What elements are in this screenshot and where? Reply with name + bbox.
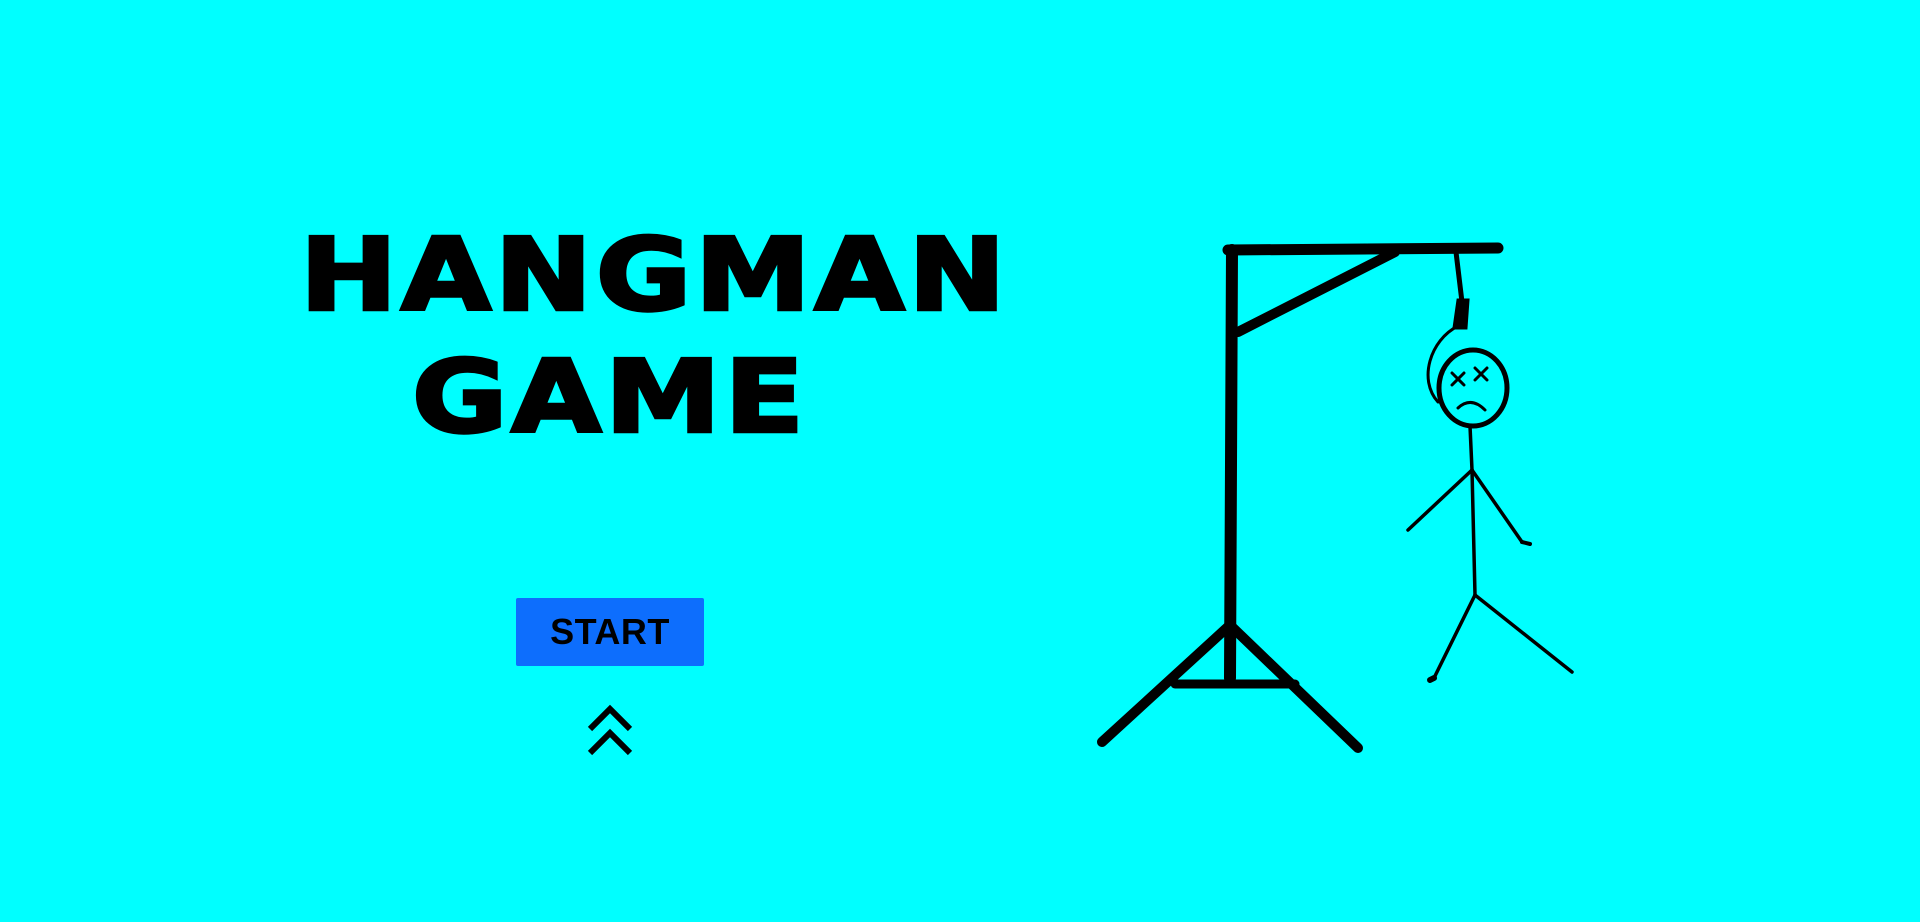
hangman-body — [1406, 424, 1574, 683]
hangman-head — [1436, 347, 1510, 429]
gallows — [1097, 242, 1504, 753]
game-title-line-2: GAME — [410, 338, 808, 458]
start-button[interactable]: START — [516, 598, 704, 666]
hangman-illustration — [1090, 240, 1590, 760]
rope — [1426, 249, 1470, 404]
game-title: HANGMAN GAME — [298, 215, 1010, 459]
game-title-line-1: HANGMAN — [298, 216, 1010, 336]
double-chevron-up-icon[interactable] — [585, 704, 635, 758]
start-screen: HANGMAN GAME START — [0, 0, 1920, 922]
